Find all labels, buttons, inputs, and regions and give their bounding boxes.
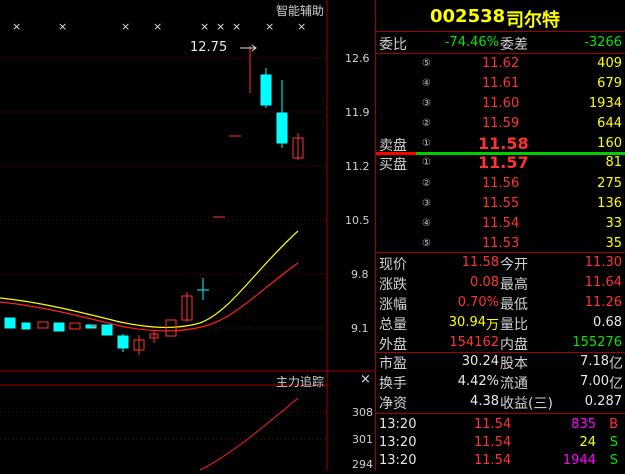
sell-row-best: 卖盘 ① 11.58 160 xyxy=(379,134,622,154)
quote-row: 外盘 154162 内盘 155276 xyxy=(379,335,622,353)
price-axis-label: 11.9 xyxy=(345,106,370,119)
quote-row: 涨幅 0.70% 最低 11.26 xyxy=(379,295,622,313)
quote-panel: 002538 司尔特 委比 -74.46% 委差 -3266 ⑤ 11.62 4… xyxy=(375,0,625,470)
buy-row-best: 买盘 ① 11.57 81 xyxy=(379,153,622,173)
price-axis-label: 10.5 xyxy=(345,214,370,227)
indicator-label[interactable]: 智能辅助 xyxy=(276,2,324,19)
sell-row: ⑤ 11.62 409 xyxy=(422,56,622,71)
sell-row: ④ 11.61 679 xyxy=(422,76,622,91)
stock-header: 002538 司尔特 xyxy=(376,0,625,32)
sub-axis-label: 308 xyxy=(352,406,373,419)
ma-line-yellow xyxy=(0,230,299,328)
sub-axis-label: 301 xyxy=(352,433,373,446)
weicha-value: -3266 xyxy=(584,35,622,50)
price-axis-label: 12.6 xyxy=(345,52,370,65)
buy-row: ② 11.56 275 xyxy=(422,176,622,191)
tick-row: 13:20 11.54 1944 S xyxy=(379,453,618,468)
kline-svg xyxy=(0,0,375,471)
ma-line-red xyxy=(0,262,299,332)
sell-row: ② 11.59 644 xyxy=(422,116,622,131)
stock-code: 002538 xyxy=(430,6,506,27)
weibi-label: 委比 xyxy=(379,37,407,53)
sub-axis-label: 294 xyxy=(352,458,373,471)
fund-row: 净资 4.38 收益(三) 0.287 xyxy=(379,394,622,412)
candles xyxy=(4,46,304,355)
price-axis-label: 11.2 xyxy=(345,160,370,173)
quote-row: 现价 11.58 今开 11.30 xyxy=(379,255,622,273)
stock-name: 司尔特 xyxy=(506,10,560,31)
buy-row: ③ 11.55 136 xyxy=(422,196,622,211)
weibi-row: 委比 -74.46% 委差 -3266 xyxy=(376,33,625,53)
fund-row: 换手 4.42% 流通 7.00 亿 xyxy=(379,374,623,392)
kline-chart[interactable]: × × × × × × × × × 智能辅助 12.75 12.6 11.9 1… xyxy=(0,0,375,471)
quote-row: 总量 30.94 万 量比 0.68 xyxy=(379,315,622,333)
tick-row: 13:20 11.54 24 S xyxy=(379,435,618,450)
sub-chart-title[interactable]: 主力追踪 xyxy=(276,373,324,390)
tick-row: 13:20 11.54 835 B xyxy=(379,417,618,432)
buy-row: ⑤ 11.53 35 xyxy=(422,236,622,251)
high-price-marker: 12.75 xyxy=(190,40,228,55)
sell-row: ③ 11.60 1934 xyxy=(422,96,622,111)
fund-row: 市盈 30.24 股本 7.18 亿 xyxy=(379,354,623,372)
close-icon[interactable]: × xyxy=(360,372,371,387)
weicha-label: 委差 xyxy=(500,37,528,53)
quote-row: 涨跌 0.08 最高 11.64 xyxy=(379,275,622,293)
price-axis-label: 9.8 xyxy=(351,268,369,281)
x-marks: × × × × × × × × × xyxy=(12,20,307,33)
price-axis-label: 9.1 xyxy=(351,322,369,335)
weibi-value: -74.46% xyxy=(444,35,499,50)
main-force-line xyxy=(199,397,299,471)
buy-row: ④ 11.54 33 xyxy=(422,216,622,231)
